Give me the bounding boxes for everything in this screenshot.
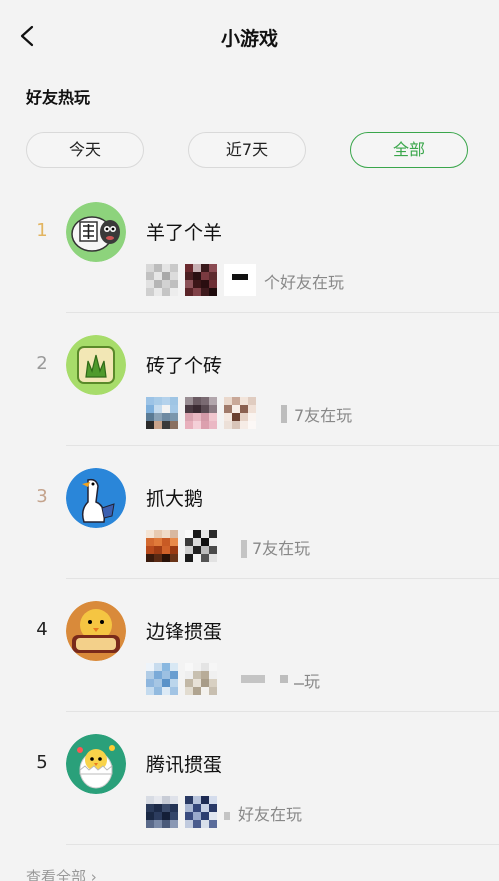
tab-today[interactable]: 今天	[26, 132, 144, 168]
avatar	[146, 663, 178, 695]
page-title: 小游戏	[220, 28, 278, 50]
masked-text	[294, 683, 304, 685]
sheep-icon[interactable]	[66, 202, 126, 262]
avatar	[146, 796, 178, 828]
avatar	[185, 264, 217, 296]
tab-all[interactable]: 全部	[350, 132, 468, 168]
rank-number: 5	[36, 752, 48, 773]
avatar	[224, 397, 256, 429]
grass-tile-icon[interactable]	[66, 335, 126, 395]
masked-text	[241, 675, 265, 683]
rank-number: 3	[36, 486, 48, 507]
rank-number: 1	[36, 220, 48, 241]
masked-text	[241, 540, 247, 558]
avatar	[185, 796, 217, 828]
rank-number: 4	[36, 619, 48, 640]
section-title: 好友热玩	[26, 88, 91, 107]
divider	[66, 844, 499, 845]
game-name: 边锋掼蛋	[146, 621, 223, 643]
avatar	[185, 397, 217, 429]
goose-icon[interactable]	[66, 468, 126, 528]
game-row[interactable]: 5 腾讯掼蛋 好友在玩	[0, 712, 499, 845]
avatar	[146, 397, 178, 429]
game-row[interactable]: 4 边锋掼蛋 玩	[0, 579, 499, 712]
game-name: 腾讯掼蛋	[146, 754, 223, 776]
masked-text	[280, 675, 288, 683]
chick-icon[interactable]	[66, 601, 126, 661]
egg-chick-icon[interactable]	[66, 734, 126, 794]
game-name: 抓大鹅	[146, 488, 204, 510]
friends-count-label: 个好友在玩	[264, 273, 345, 292]
masked-text	[281, 405, 287, 423]
game-row[interactable]: 1 羊了个羊 个好友在玩	[0, 180, 499, 313]
avatar	[146, 530, 178, 562]
avatar	[146, 264, 178, 296]
game-row[interactable]: 2 砖了个砖 7友在玩	[0, 313, 499, 446]
masked-text	[224, 812, 230, 820]
friends-count-label: 7友在玩	[252, 539, 311, 558]
tab-7-days[interactable]: 近7天	[188, 132, 306, 168]
friends-count-label: 玩	[304, 672, 321, 691]
friends-count-label: 好友在玩	[238, 805, 303, 824]
time-filter-tabs: 今天 近7天 全部	[0, 132, 499, 170]
avatar	[185, 530, 217, 562]
avatar	[185, 663, 217, 695]
game-name: 砖了个砖	[146, 355, 223, 377]
game-name: 羊了个羊	[146, 222, 223, 244]
rank-number: 2	[36, 353, 48, 374]
nav-bar: 小游戏	[0, 0, 499, 72]
game-row[interactable]: 3 抓大鹅 7友在玩	[0, 446, 499, 579]
avatar	[224, 264, 256, 296]
view-all-link[interactable]: 查看全部 ›	[26, 866, 97, 881]
friends-count-label: 7友在玩	[294, 406, 353, 425]
